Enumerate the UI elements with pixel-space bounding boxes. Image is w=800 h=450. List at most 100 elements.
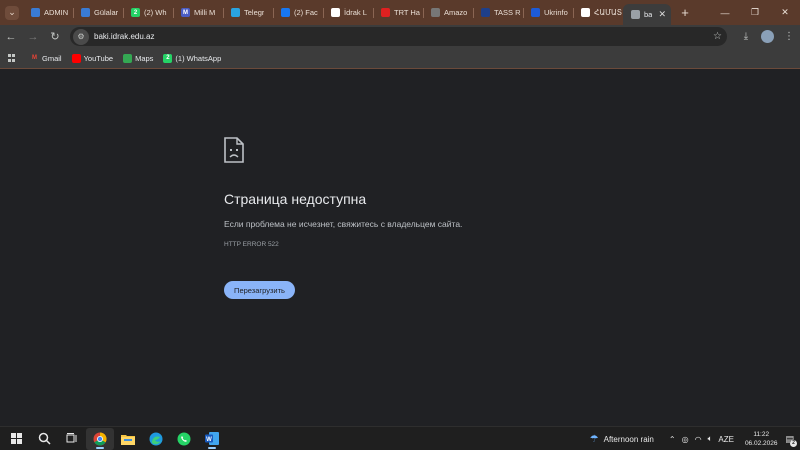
- error-description: Если проблема не исчезнет, свяжитесь с в…: [224, 219, 463, 229]
- profile-avatar[interactable]: [761, 30, 774, 43]
- whatsapp-icon: [177, 432, 191, 445]
- tab-label: TASS R: [494, 8, 521, 17]
- tab-label: Amazo: [444, 8, 468, 17]
- tab-label: ՀԱՄԱՏ: [594, 8, 623, 17]
- browser-tab[interactable]: TRT Ha: [373, 2, 423, 23]
- taskbar-edge[interactable]: [142, 428, 170, 450]
- reload-button[interactable]: Перезагрузить: [224, 281, 295, 299]
- idrak-logo-icon: [81, 8, 90, 17]
- taskbar-whatsapp[interactable]: [170, 428, 198, 450]
- tass-icon: [481, 8, 490, 17]
- apps-grid-icon[interactable]: [8, 54, 16, 62]
- browser-tab[interactable]: Telegr: [223, 2, 273, 23]
- bookmark-item[interactable]: 2 (1) WhatsApp: [163, 53, 222, 63]
- browser-toolbar: ← → ↻ ⚙ baki.idrak.edu.az ☆ ⤓ ⋮: [0, 25, 800, 48]
- browser-tab[interactable]: ADMIN: [23, 2, 73, 23]
- browser-tab[interactable]: M Milli M: [173, 2, 223, 23]
- minimize-icon[interactable]: —: [710, 8, 740, 18]
- search-button[interactable]: [30, 428, 58, 450]
- bookmark-item[interactable]: Maps: [123, 53, 154, 63]
- tab-label: ba: [644, 10, 653, 19]
- menu-kebab-icon[interactable]: ⋮: [778, 31, 800, 42]
- folder-icon: [121, 434, 135, 445]
- browser-tab[interactable]: Ukrinfo: [523, 2, 573, 23]
- idrak-logo-icon: [31, 8, 40, 17]
- bookmark-star-icon[interactable]: ☆: [713, 31, 722, 42]
- browser-tab[interactable]: ՀԱՄԱՏ: [573, 2, 623, 23]
- system-tray: ☂ Afternoon rain ⌃ ◎ ◠ 🔈︎ AZE 11:22 06.0…: [590, 427, 800, 450]
- url-text[interactable]: baki.idrak.edu.az: [94, 32, 154, 41]
- bookmark-item[interactable]: M Gmail: [30, 54, 62, 63]
- address-bar[interactable]: ⚙ baki.idrak.edu.az ☆: [70, 27, 727, 46]
- language-indicator[interactable]: AZE: [718, 435, 734, 444]
- milli-icon: M: [181, 8, 190, 17]
- svg-text:W: W: [206, 437, 212, 443]
- browser-tab[interactable]: 2 (2) Wh: [123, 2, 173, 23]
- tab-label: Ukrinfo: [544, 8, 568, 17]
- trt-icon: [381, 8, 390, 17]
- browser-tab[interactable]: Amazo: [423, 2, 473, 23]
- tab-label: (2) Wh: [144, 8, 167, 17]
- windows-taskbar: W ☂ Afternoon rain ⌃ ◎ ◠ 🔈︎ AZE 11:22 06…: [0, 426, 800, 450]
- globe-icon: [631, 10, 640, 19]
- tab-label: Gülalar: [94, 8, 119, 17]
- taskbar-file-explorer[interactable]: [114, 428, 142, 450]
- notification-count: 2: [790, 439, 797, 447]
- back-icon[interactable]: ←: [0, 31, 22, 43]
- wifi-icon[interactable]: ◠: [695, 435, 702, 444]
- windows-logo-icon: [10, 433, 22, 444]
- reload-icon[interactable]: ↻: [44, 30, 66, 43]
- armenian-news-icon: [581, 8, 590, 17]
- close-window-icon[interactable]: ✕: [770, 7, 800, 18]
- close-tab-icon[interactable]: ✕: [658, 9, 666, 20]
- whatsapp-icon: 2: [131, 8, 140, 17]
- task-view-icon: [66, 433, 77, 443]
- chevron-up-icon[interactable]: ⌃: [669, 435, 676, 444]
- clock-date: 06.02.2026: [744, 440, 778, 447]
- browser-tab[interactable]: Gülalar: [73, 2, 123, 23]
- volume-icon[interactable]: 🔈︎: [708, 434, 713, 444]
- tab-search-chevron-icon[interactable]: ⌄: [5, 5, 19, 20]
- forward-icon[interactable]: →: [22, 31, 44, 43]
- bookmarks-bar: M Gmail YouTube Maps 2 (1) WhatsApp: [0, 48, 800, 68]
- facebook-icon: [281, 8, 290, 17]
- camera-icon[interactable]: ◎: [682, 435, 689, 444]
- notification-center-icon[interactable]: ▤ 2: [785, 434, 797, 447]
- browser-tab[interactable]: (2) Fac: [273, 2, 323, 23]
- browser-tab[interactable]: TASS R: [473, 2, 523, 23]
- bookmark-item[interactable]: YouTube: [71, 53, 113, 63]
- whatsapp-icon: 2: [163, 53, 173, 63]
- task-view-button[interactable]: [58, 428, 86, 450]
- clock-time: 11:22: [753, 431, 770, 438]
- error-code: HTTP ERROR 522: [224, 241, 279, 248]
- toolbar-actions: ⤓ ⋮: [735, 25, 800, 48]
- gmail-icon: M: [32, 55, 37, 61]
- site-info-icon[interactable]: ⚙: [73, 28, 89, 45]
- amazon-icon: [431, 8, 440, 17]
- error-page: Страница недоступна Если проблема не исч…: [0, 69, 800, 426]
- start-button[interactable]: [2, 428, 30, 450]
- ukrinform-icon: [531, 8, 540, 17]
- youtube-icon: [71, 53, 81, 63]
- clock[interactable]: 11:22 06.02.2026: [745, 430, 778, 448]
- tab-list: ADMIN Gülalar 2 (2) Wh M Milli M Telegr (2) Fac…: [23, 0, 671, 25]
- weather-text: Afternoon rain: [603, 434, 654, 444]
- idrak-icon: [331, 8, 340, 17]
- download-icon[interactable]: ⤓: [735, 31, 757, 42]
- search-icon: [38, 432, 51, 445]
- browser-tab-active[interactable]: ba ✕: [623, 4, 671, 25]
- bookmark-label: Maps: [135, 53, 154, 63]
- error-title: Страница недоступна: [224, 191, 367, 207]
- tab-label: (2) Fac: [294, 8, 318, 17]
- restore-icon[interactable]: ❐: [740, 7, 770, 18]
- word-icon: W: [205, 432, 219, 445]
- weather-widget[interactable]: ☂ Afternoon rain: [590, 434, 654, 445]
- new-tab-button[interactable]: +: [675, 5, 695, 20]
- taskbar-chrome[interactable]: [86, 427, 114, 450]
- bookmark-list: M Gmail YouTube Maps 2 (1) WhatsApp: [30, 53, 231, 63]
- browser-tab[interactable]: İdrak L: [323, 2, 373, 23]
- bookmark-label: (1) WhatsApp: [175, 53, 222, 63]
- taskbar-word[interactable]: W: [198, 428, 226, 450]
- bookmark-label: Gmail: [42, 53, 62, 63]
- chrome-icon: [93, 432, 107, 445]
